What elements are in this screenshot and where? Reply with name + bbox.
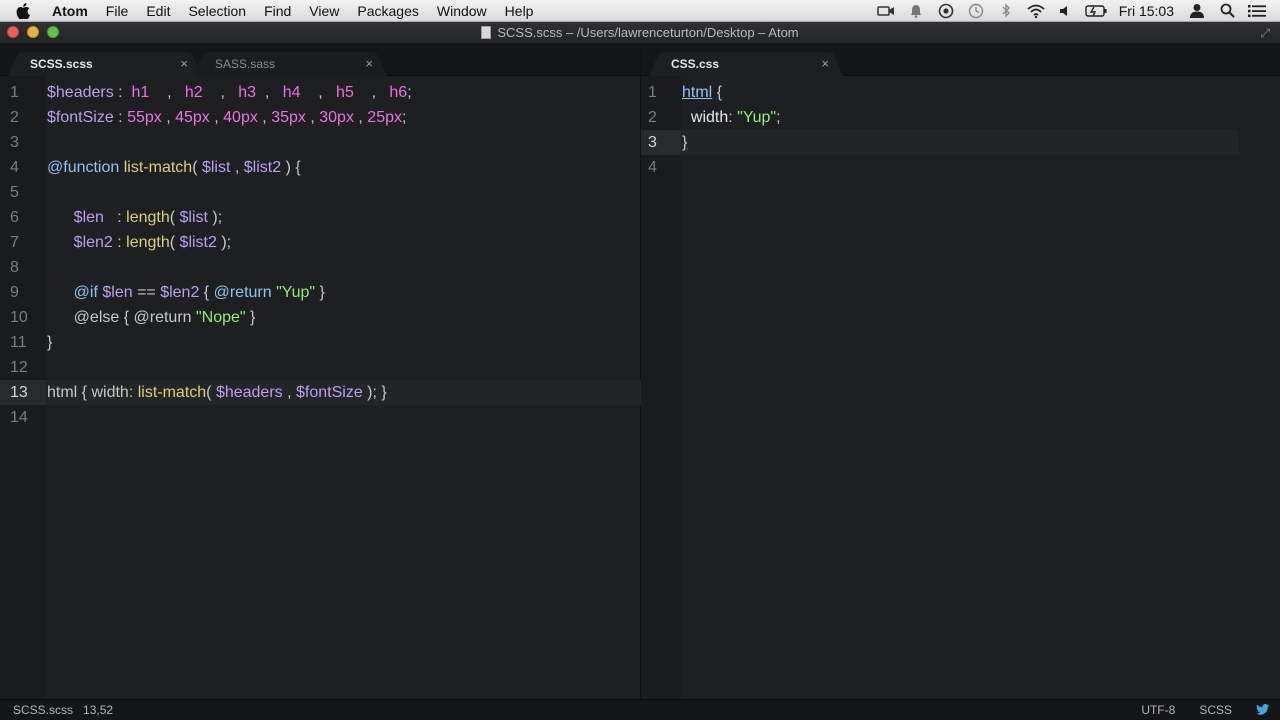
menu-app-name[interactable]: Atom bbox=[46, 0, 97, 22]
line-number: 8 bbox=[10, 259, 19, 276]
status-encoding[interactable]: UTF-8 bbox=[1141, 703, 1175, 717]
close-tab-icon[interactable]: × bbox=[821, 56, 829, 71]
code-line-11: } bbox=[47, 334, 53, 351]
status-bar: SCSS.scss 13,52 UTF-8 SCSS bbox=[0, 699, 1280, 720]
tab-scss[interactable]: SCSS.scss × bbox=[14, 49, 196, 76]
line-number-current: 3 bbox=[641, 130, 681, 155]
notification-center-icon[interactable] bbox=[1242, 0, 1272, 22]
code-line-7: $len2 : length( $list2 ); bbox=[73, 234, 232, 251]
code-line-2: $fontSize : 55px , 45px , 40px , 35px , … bbox=[47, 109, 407, 126]
battery-icon[interactable] bbox=[1081, 0, 1111, 22]
code-content[interactable]: $headers : h1 , h2 , h3 , h4 , h5 , h6; … bbox=[47, 80, 645, 430]
line-number: 2 bbox=[648, 109, 657, 126]
user-icon[interactable] bbox=[1182, 0, 1212, 22]
code-line-4: @function list-match( $list , $list2 ) { bbox=[47, 159, 301, 176]
status-file-name[interactable]: SCSS.scss bbox=[13, 703, 73, 717]
line-number: 1 bbox=[10, 84, 19, 101]
line-number: 10 bbox=[10, 309, 28, 326]
code-line-9: @if $len == $len2 { @return "Yup" } bbox=[73, 284, 325, 301]
line-number: 7 bbox=[10, 234, 19, 251]
fullscreen-icon[interactable]: ⤢ bbox=[1260, 26, 1270, 41]
bluetooth-icon[interactable] bbox=[991, 0, 1021, 22]
scss-editor[interactable]: 1 2 3 4 5 6 7 8 9 10 11 12 13 14 $header… bbox=[0, 76, 645, 699]
menu-help[interactable]: Help bbox=[496, 0, 543, 22]
code-line-6: $len : length( $list ); bbox=[73, 209, 223, 226]
status-cursor-position[interactable]: 13,52 bbox=[83, 703, 113, 717]
tab-label: SASS.sass bbox=[215, 57, 276, 71]
window-titlebar: SCSS.scss – /Users/lawrenceturton/Deskto… bbox=[0, 22, 1280, 44]
line-number: 6 bbox=[10, 209, 19, 226]
line-number: 12 bbox=[10, 359, 28, 376]
code-line-3-current: } bbox=[682, 130, 1239, 155]
line-number-current: 13 bbox=[0, 380, 46, 405]
apple-icon[interactable] bbox=[0, 2, 46, 19]
menu-packages[interactable]: Packages bbox=[348, 0, 427, 22]
feedback-bird-icon[interactable] bbox=[1256, 703, 1270, 718]
menu-selection[interactable]: Selection bbox=[179, 0, 255, 22]
menu-window[interactable]: Window bbox=[428, 0, 496, 22]
minimize-window-button[interactable] bbox=[27, 26, 39, 38]
camera-icon[interactable] bbox=[871, 0, 901, 22]
line-number: 4 bbox=[648, 159, 657, 176]
close-tab-icon[interactable]: × bbox=[180, 56, 188, 71]
document-icon bbox=[481, 26, 492, 39]
code-line-1: html { bbox=[682, 84, 723, 101]
spotlight-icon[interactable] bbox=[1212, 0, 1242, 22]
tab-label: CSS.css bbox=[671, 57, 720, 71]
tab-sass[interactable]: SASS.sass × bbox=[199, 49, 381, 76]
menu-edit[interactable]: Edit bbox=[137, 0, 179, 22]
line-number: 5 bbox=[10, 184, 19, 201]
wifi-icon[interactable] bbox=[1021, 0, 1051, 22]
line-number: 4 bbox=[10, 159, 19, 176]
left-tab-bar: SCSS.scss × SASS.sass × bbox=[0, 44, 640, 76]
volume-icon[interactable] bbox=[1051, 0, 1081, 22]
menu-file[interactable]: File bbox=[97, 0, 138, 22]
line-number-gutter: 1 2 3 4 bbox=[641, 76, 681, 699]
line-number: 3 bbox=[10, 134, 19, 151]
code-line-10: @else { @return "Nope" } bbox=[47, 309, 256, 326]
menubar: Atom File Edit Selection Find View Packa… bbox=[0, 0, 1280, 22]
close-tab-icon[interactable]: × bbox=[365, 56, 373, 71]
tab-label: SCSS.scss bbox=[30, 57, 93, 71]
line-number: 2 bbox=[10, 109, 19, 126]
status-grammar[interactable]: SCSS bbox=[1199, 703, 1232, 717]
time-machine-icon[interactable] bbox=[961, 0, 991, 22]
notification-icon[interactable] bbox=[901, 0, 931, 22]
window-controls bbox=[7, 26, 59, 38]
menubar-clock[interactable]: Fri 15:03 bbox=[1111, 3, 1182, 19]
menu-view[interactable]: View bbox=[300, 0, 348, 22]
code-line-2: width: "Yup"; bbox=[690, 109, 781, 126]
line-number: 11 bbox=[10, 334, 27, 351]
tab-css[interactable]: CSS.css × bbox=[655, 49, 837, 76]
line-number: 14 bbox=[10, 409, 28, 426]
close-window-button[interactable] bbox=[7, 26, 19, 38]
code-line-1: $headers : h1 , h2 , h3 , h4 , h5 , h6; bbox=[47, 84, 412, 101]
code-line-13-current: html { width: list-match( $headers , $fo… bbox=[47, 380, 645, 405]
css-editor[interactable]: 1 2 3 4 html { width: "Yup"; } bbox=[641, 76, 1280, 699]
code-content[interactable]: html { width: "Yup"; } bbox=[682, 80, 1239, 180]
window-title: SCSS.scss – /Users/lawrenceturton/Deskto… bbox=[497, 25, 799, 40]
line-number-gutter: 1 2 3 4 5 6 7 8 9 10 11 12 13 14 bbox=[0, 76, 46, 699]
menu-find[interactable]: Find bbox=[255, 0, 300, 22]
line-number: 9 bbox=[10, 284, 19, 301]
record-icon[interactable] bbox=[931, 0, 961, 22]
right-tab-bar: CSS.css × bbox=[641, 44, 1280, 76]
line-number: 1 bbox=[648, 84, 657, 101]
zoom-window-button[interactable] bbox=[47, 26, 59, 38]
